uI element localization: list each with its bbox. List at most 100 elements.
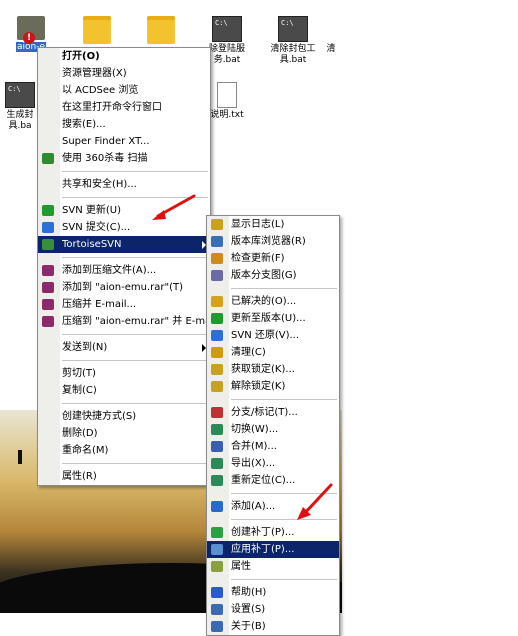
context-menu-item-19[interactable]: 发送到(N) bbox=[38, 339, 210, 356]
submenu-item-24[interactable]: 帮助(H) bbox=[207, 584, 339, 601]
menu-separator bbox=[62, 403, 208, 404]
menu-item-label: 显示日志(L) bbox=[231, 219, 285, 230]
desktop-icon-label: 除登陆服 务.bat bbox=[208, 44, 245, 65]
menu-separator bbox=[231, 399, 337, 400]
folder-icon bbox=[147, 16, 175, 44]
submenu-item-14[interactable]: 合并(M)... bbox=[207, 438, 339, 455]
text-file-icon bbox=[217, 82, 237, 108]
submenu-item-21[interactable]: 应用补丁(P)... bbox=[207, 541, 339, 558]
annotation-arrow-icon bbox=[297, 483, 333, 520]
menu-separator bbox=[62, 360, 208, 361]
desktop-icon-folder[interactable] bbox=[130, 16, 192, 46]
batch-file-icon bbox=[212, 16, 242, 42]
tortoise-icon bbox=[42, 239, 54, 250]
context-menu-item-14[interactable]: 添加到压缩文件(A)... bbox=[38, 262, 210, 279]
apply-patch-icon bbox=[211, 544, 223, 555]
submenu-item-0[interactable]: 显示日志(L) bbox=[207, 216, 339, 233]
context-menu-item-0[interactable]: 打开(O) bbox=[38, 48, 210, 65]
menu-item-label: 删除(D) bbox=[62, 428, 98, 439]
menu-item-label: Super Finder XT... bbox=[62, 136, 150, 147]
menu-separator bbox=[62, 463, 208, 464]
desktop-icon-bat[interactable]: 清除封包工 具.bat bbox=[262, 16, 324, 66]
desktop-icon-label: 生成封 具.ba bbox=[6, 110, 34, 131]
menu-item-label: 版本库浏览器(R) bbox=[231, 236, 306, 247]
context-menu-item-28[interactable]: 属性(R) bbox=[38, 468, 210, 485]
submenu-item-3[interactable]: 版本分支图(G) bbox=[207, 267, 339, 284]
menu-item-label: 搜索(E)... bbox=[62, 119, 106, 130]
menu-item-label: TortoiseSVN bbox=[62, 239, 122, 250]
settings-icon bbox=[211, 604, 223, 615]
context-menu-item-15[interactable]: 添加到 "aion-emu.rar"(T) bbox=[38, 279, 210, 296]
resolved-icon bbox=[211, 296, 223, 307]
desktop-icon-bat[interactable]: 生成封 具.ba bbox=[0, 82, 40, 132]
menu-item-label: 重命名(M) bbox=[62, 445, 109, 456]
batch-file-icon bbox=[5, 82, 35, 108]
context-menu-item-26[interactable]: 重命名(M) bbox=[38, 442, 210, 459]
submenu-item-26[interactable]: 关于(B) bbox=[207, 618, 339, 635]
submenu-item-6[interactable]: 更新至版本(U)... bbox=[207, 310, 339, 327]
context-menu-item-24[interactable]: 创建快捷方式(S) bbox=[38, 408, 210, 425]
context-menu-item-5[interactable]: Super Finder XT... bbox=[38, 133, 210, 150]
menu-separator bbox=[62, 334, 208, 335]
revision-graph-icon bbox=[211, 270, 223, 281]
menu-item-label: 复制(C) bbox=[62, 385, 97, 396]
unlock-icon bbox=[211, 381, 223, 392]
submenu-item-20[interactable]: 创建补丁(P)... bbox=[207, 524, 339, 541]
menu-item-label: 打开(O) bbox=[62, 51, 100, 62]
submenu-item-8[interactable]: 清理(C) bbox=[207, 344, 339, 361]
menu-item-label: 以 ACDSee 浏览 bbox=[62, 85, 139, 96]
context-menu-item-8[interactable]: 共享和安全(H)... bbox=[38, 176, 210, 193]
submenu-item-12[interactable]: 分支/标记(T)... bbox=[207, 404, 339, 421]
menu-item-label: 检查更新(F) bbox=[231, 253, 285, 264]
desktop-icon-label: 清 bbox=[326, 44, 336, 54]
menu-item-label: 剪切(T) bbox=[62, 368, 96, 379]
submenu-item-2[interactable]: 检查更新(F) bbox=[207, 250, 339, 267]
menu-item-label: 合并(M)... bbox=[231, 441, 277, 452]
export-icon bbox=[211, 458, 223, 469]
context-menu-item-6[interactable]: 使用 360杀毒 扫描 bbox=[38, 150, 210, 167]
context-menu-item-4[interactable]: 搜索(E)... bbox=[38, 116, 210, 133]
menu-item-label: 添加(A)... bbox=[231, 501, 276, 512]
context-menu-item-21[interactable]: 剪切(T) bbox=[38, 365, 210, 382]
log-icon bbox=[211, 219, 223, 230]
check-modifications-icon bbox=[211, 253, 223, 264]
svn-update-icon bbox=[42, 205, 54, 216]
menu-item-label: 分支/标记(T)... bbox=[231, 407, 298, 418]
context-menu-item-1[interactable]: 资源管理器(X) bbox=[38, 65, 210, 82]
submenu-item-5[interactable]: 已解决的(O)... bbox=[207, 293, 339, 310]
winrar-icon bbox=[42, 316, 54, 327]
annotation-arrow-icon bbox=[152, 194, 196, 220]
submenu-item-7[interactable]: SVN 还原(V)... bbox=[207, 327, 339, 344]
desktop-icon-partial[interactable]: 清 bbox=[322, 44, 340, 55]
submenu-item-15[interactable]: 导出(X)... bbox=[207, 455, 339, 472]
wallpaper-tree bbox=[18, 450, 22, 464]
context-menu-item-17[interactable]: 压缩到 "aion-emu.rar" 并 E-mail bbox=[38, 313, 217, 330]
menu-item-label: 更新至版本(U)... bbox=[231, 313, 306, 324]
submenu-item-22[interactable]: 属性 bbox=[207, 558, 339, 575]
context-menu-item-12[interactable]: TortoiseSVN bbox=[38, 236, 210, 253]
context-menu-item-25[interactable]: 删除(D) bbox=[38, 425, 210, 442]
help-icon bbox=[211, 587, 223, 598]
submenu-item-1[interactable]: 版本库浏览器(R) bbox=[207, 233, 339, 250]
desktop-icon-folder[interactable] bbox=[66, 16, 128, 46]
submenu-item-25[interactable]: 设置(S) bbox=[207, 601, 339, 618]
menu-item-label: 获取锁定(K)... bbox=[231, 364, 295, 375]
tortoisesvn-submenu: 显示日志(L) 版本库浏览器(R) 检查更新(F) 版本分支图(G) 已解决的(O)..… bbox=[206, 215, 340, 636]
switch-icon bbox=[211, 424, 223, 435]
context-menu-item-3[interactable]: 在这里打开命令行窗口 bbox=[38, 99, 210, 116]
desktop-icon-label: 清除封包工 具.bat bbox=[270, 44, 316, 65]
menu-item-label: SVN 更新(U) bbox=[62, 205, 121, 216]
menu-separator bbox=[231, 579, 337, 580]
submenu-item-10[interactable]: 解除锁定(K) bbox=[207, 378, 339, 395]
menu-separator bbox=[62, 257, 208, 258]
context-menu-item-16[interactable]: 压缩并 E-mail... bbox=[38, 296, 210, 313]
context-menu-item-2[interactable]: 以 ACDSee 浏览 bbox=[38, 82, 210, 99]
submenu-item-13[interactable]: 切换(W)... bbox=[207, 421, 339, 438]
menu-item-label: 重新定位(C)... bbox=[231, 475, 296, 486]
menu-item-label: 压缩并 E-mail... bbox=[62, 299, 137, 310]
menu-item-label: 已解决的(O)... bbox=[231, 296, 297, 307]
context-menu-item-22[interactable]: 复制(C) bbox=[38, 382, 210, 399]
menu-item-label: 解除锁定(K) bbox=[231, 381, 286, 392]
submenu-item-9[interactable]: 获取锁定(K)... bbox=[207, 361, 339, 378]
menu-item-label: 添加到 "aion-emu.rar"(T) bbox=[62, 282, 184, 293]
